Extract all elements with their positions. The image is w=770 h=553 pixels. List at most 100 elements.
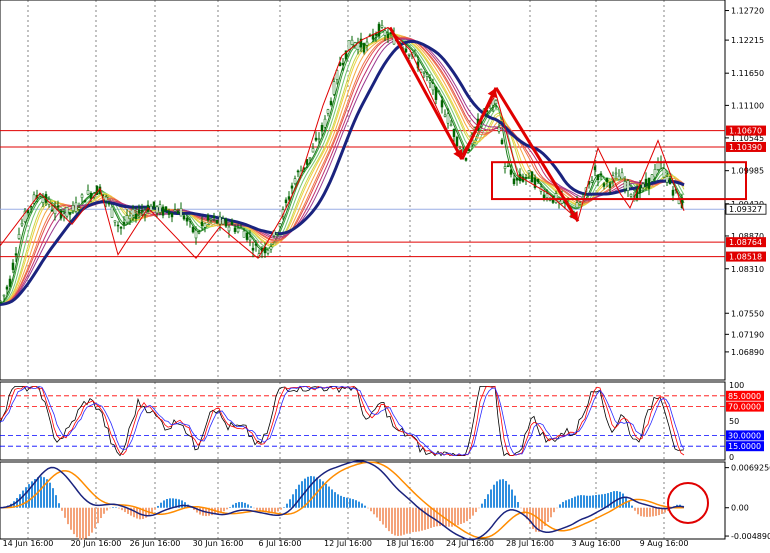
oscillator-tick-label: 50 — [729, 417, 739, 426]
candle-body — [89, 192, 93, 200]
macd-histogram-bar — [640, 507, 642, 517]
macd-histogram-bar — [154, 507, 156, 510]
macd-histogram-bar — [118, 507, 120, 509]
level-price-label: 1.08518 — [729, 253, 762, 262]
candle-body — [671, 189, 675, 196]
oscillator-level-label: 70.0000 — [728, 403, 761, 412]
candle-body — [71, 205, 75, 212]
candle-body — [329, 100, 333, 106]
macd-histogram-bar — [472, 507, 474, 516]
macd-histogram-bar — [475, 507, 477, 513]
macd-histogram-bar — [163, 500, 165, 508]
candle-body — [602, 183, 606, 187]
candle-body — [269, 246, 273, 250]
candle-body — [536, 178, 540, 182]
macd-histogram-bar — [655, 507, 657, 516]
y-tick-label: 1.12720 — [731, 7, 764, 16]
macd-histogram-bar — [568, 499, 570, 508]
macd-histogram-bar — [25, 487, 27, 508]
candle-body — [407, 53, 411, 56]
macd-histogram-bar — [601, 494, 603, 508]
macd-histogram-bar — [280, 507, 282, 510]
macd-histogram-bar — [649, 507, 651, 517]
x-tick-label: 26 Jun 16:00 — [130, 539, 181, 548]
candle-body — [668, 178, 672, 185]
macd-histogram-bar — [40, 476, 42, 508]
candle-body — [653, 168, 657, 178]
candle-body — [110, 206, 114, 218]
macd-tick-label: 0.0069256 — [731, 464, 770, 473]
candle-body — [647, 177, 651, 189]
candle-body — [464, 157, 468, 161]
candle-body — [311, 148, 315, 153]
macd-histogram-bar — [469, 507, 471, 519]
candle-body — [185, 217, 189, 222]
macd-histogram-bar — [409, 507, 411, 533]
macd-histogram-bar — [382, 507, 384, 525]
macd-histogram-bar — [487, 494, 489, 508]
macd-histogram-bar — [622, 493, 624, 508]
macd-histogram-bar — [448, 507, 450, 527]
macd-histogram-bar — [82, 507, 84, 540]
candle-body — [161, 206, 165, 216]
macd-histogram-bar — [97, 507, 99, 524]
macd-histogram-bar — [343, 496, 345, 508]
candle-body — [20, 223, 24, 226]
y-tick-label: 1.06890 — [731, 348, 764, 357]
candle-body — [449, 124, 453, 127]
candle-body — [605, 178, 609, 183]
candle-body — [650, 174, 654, 182]
candle-body — [116, 224, 120, 227]
candle-body — [74, 202, 78, 212]
macd-histogram-bar — [643, 507, 645, 517]
y-tick-label: 1.11650 — [731, 69, 764, 78]
candle-body — [182, 215, 186, 220]
macd-histogram-bar — [595, 494, 597, 508]
candle-body — [500, 139, 504, 144]
candle-body — [428, 80, 432, 84]
candle-body — [194, 230, 198, 239]
macd-histogram-bar — [556, 507, 558, 509]
candle-body — [203, 223, 207, 228]
candle-body — [425, 74, 429, 77]
macd-histogram-bar — [505, 480, 507, 508]
candle-body — [239, 227, 243, 229]
candle-body — [452, 129, 456, 137]
candle-body — [83, 200, 87, 203]
candle-body — [236, 228, 240, 233]
macd-histogram-bar — [328, 486, 330, 508]
macd-histogram-bar — [361, 503, 363, 508]
oscillator-level-label: 30.0000 — [728, 431, 761, 440]
candle-body — [125, 215, 129, 223]
macd-histogram-bar — [100, 507, 102, 519]
candle-body — [608, 183, 612, 188]
candle-body — [155, 206, 159, 214]
macd-histogram-bar — [403, 507, 405, 535]
macd-histogram-bar — [460, 507, 462, 524]
macd-histogram-bar — [367, 507, 369, 509]
macd-histogram-bar — [115, 507, 117, 508]
macd-histogram-bar — [427, 507, 429, 529]
forex-chart[interactable]: 1.12720 1.12215 1.11650 1.11100 1.10545 1.099… — [0, 0, 770, 550]
candle-body — [50, 210, 54, 212]
macd-histogram-bar — [298, 484, 300, 508]
candle-body — [218, 216, 222, 225]
candle-body — [248, 236, 252, 241]
candle-body — [167, 211, 171, 215]
macd-histogram-bar — [493, 484, 495, 508]
macd-histogram-bar — [283, 507, 285, 508]
macd-histogram-bar — [364, 505, 366, 508]
candle-body — [137, 209, 141, 214]
macd-histogram-bar — [454, 507, 456, 527]
x-tick-label: 28 Jul 16:00 — [506, 539, 554, 548]
candle-body — [176, 210, 180, 214]
candle-body — [503, 166, 507, 169]
candle-body — [11, 262, 15, 270]
candle-body — [362, 43, 366, 53]
candle-body — [41, 197, 45, 203]
macd-histogram-bar — [289, 499, 291, 508]
macd-histogram-bar — [583, 495, 585, 508]
macd-histogram-bar — [466, 507, 468, 522]
candle-body — [431, 83, 435, 91]
level-price-label: 1.08764 — [729, 238, 762, 247]
